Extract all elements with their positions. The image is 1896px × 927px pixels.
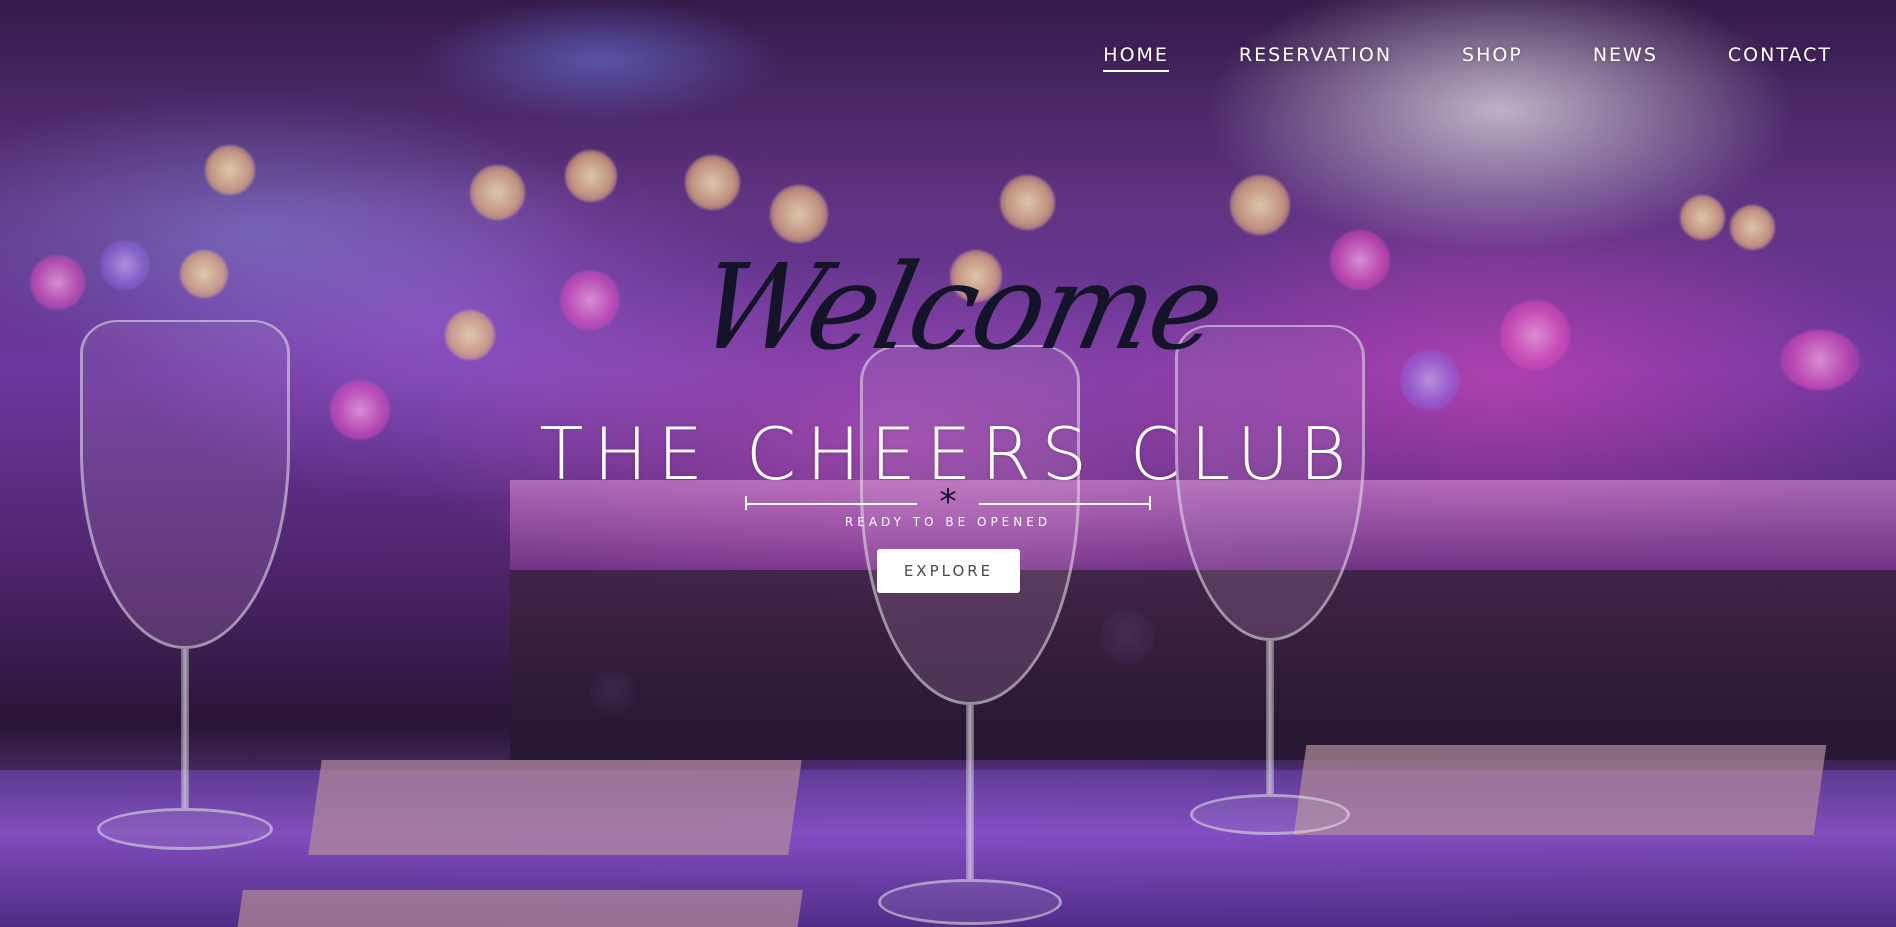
club-title: THE CHEERS CLUB — [539, 412, 1357, 496]
divider-star-icon: * — [939, 482, 957, 522]
nav-item-news[interactable]: NEWS — [1593, 44, 1658, 72]
title-divider: * — [745, 485, 1151, 519]
nav-item-reservation[interactable]: RESERVATION — [1239, 44, 1392, 72]
nav-item-shop[interactable]: SHOP — [1462, 44, 1523, 72]
explore-button[interactable]: EXPLORE — [877, 549, 1020, 593]
welcome-text: Welcome — [686, 238, 1234, 376]
tagline: READY TO BE OPENED — [844, 515, 1052, 529]
welcome-script-heading: Welcome — [660, 238, 1260, 438]
main-navigation: HOME RESERVATION SHOP NEWS CONTACT — [1033, 44, 1832, 72]
nav-item-contact[interactable]: CONTACT — [1728, 44, 1832, 72]
nav-item-home[interactable]: HOME — [1103, 44, 1169, 72]
